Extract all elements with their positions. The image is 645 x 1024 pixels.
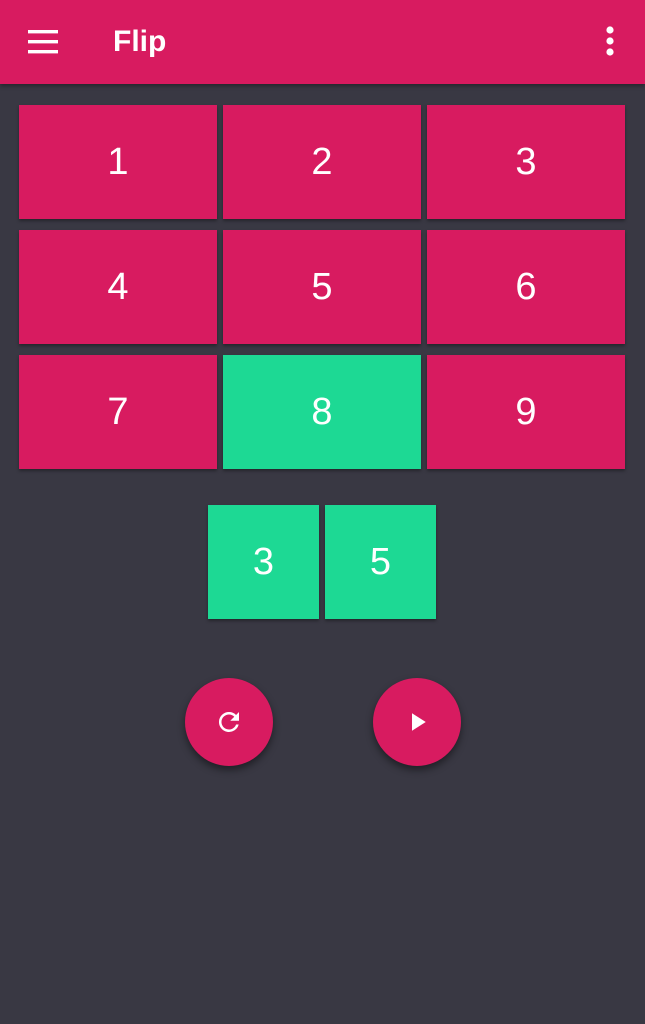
more-vert-icon[interactable]: [594, 22, 626, 62]
app-root: Flip 1 2 3 4 5 6 7 8 9 3 5: [0, 0, 645, 1024]
tile-8[interactable]: 8: [223, 355, 421, 469]
number-grid: 1 2 3 4 5 6 7 8 9: [19, 105, 626, 469]
die-1: 3: [208, 505, 319, 619]
app-bar: Flip: [0, 0, 645, 84]
tile-3[interactable]: 3: [427, 105, 625, 219]
tile-9[interactable]: 9: [427, 355, 625, 469]
reset-button[interactable]: [185, 678, 273, 766]
tile-6[interactable]: 6: [427, 230, 625, 344]
tile-4[interactable]: 4: [19, 230, 217, 344]
tile-7[interactable]: 7: [19, 355, 217, 469]
die-2: 5: [325, 505, 436, 619]
refresh-icon: [218, 712, 239, 732]
tile-2[interactable]: 2: [223, 105, 421, 219]
tile-5[interactable]: 5: [223, 230, 421, 344]
app-title: Flip: [113, 25, 167, 58]
play-icon: [412, 713, 426, 731]
play-button[interactable]: [373, 678, 461, 766]
dice-row: 3 5: [208, 505, 436, 619]
tile-1[interactable]: 1: [19, 105, 217, 219]
hamburger-menu-icon[interactable]: [26, 26, 60, 60]
